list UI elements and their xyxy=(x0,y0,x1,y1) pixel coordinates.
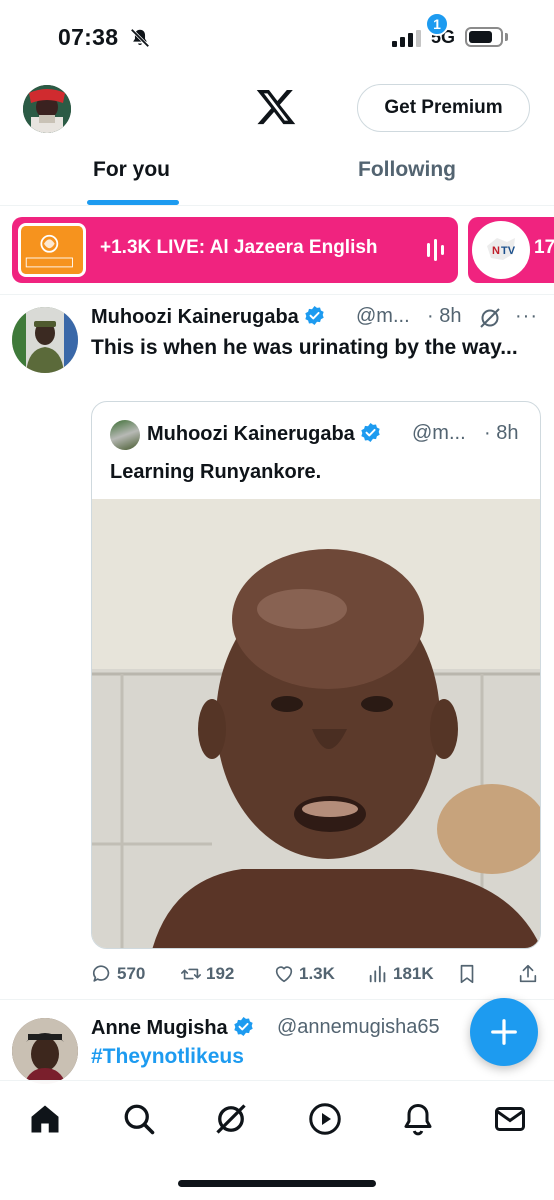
nav-home[interactable] xyxy=(27,1101,63,1137)
status-bar: 07:38 5G xyxy=(0,0,554,76)
verified-badge-icon xyxy=(234,1016,253,1037)
plus-icon xyxy=(491,1019,517,1045)
nav-video[interactable] xyxy=(307,1101,343,1137)
profile-avatar[interactable] xyxy=(23,85,71,133)
bell-off-icon xyxy=(130,28,150,48)
share-button[interactable] xyxy=(517,961,543,987)
battery-tip xyxy=(505,33,508,41)
more-options-icon[interactable]: ··· xyxy=(515,305,538,328)
views-chart-icon xyxy=(369,965,386,983)
author-name-text: Anne Mugisha xyxy=(91,1017,228,1039)
svg-text:N: N xyxy=(492,245,500,257)
live-space-count: 17 xyxy=(534,237,554,258)
play-circle-icon xyxy=(309,1103,341,1135)
space-thumbnail xyxy=(18,223,86,277)
tweet-author-handle[interactable]: @annemugisha65 xyxy=(277,1016,440,1039)
mail-icon xyxy=(495,1107,525,1131)
tweet-author-avatar[interactable] xyxy=(12,307,78,373)
quoted-tweet-text: Learning Runyankore. xyxy=(110,461,322,483)
hashtag-link[interactable]: #Theynotlikeus xyxy=(91,1045,244,1069)
compose-tweet-button[interactable] xyxy=(470,998,538,1066)
tweet-author-handle[interactable]: @m... xyxy=(356,305,410,328)
verified-badge-icon xyxy=(361,422,380,443)
reply-icon xyxy=(92,965,110,982)
tweet-author-avatar[interactable] xyxy=(12,1018,78,1084)
view-count: 181K xyxy=(393,964,434,983)
nav-messages[interactable] xyxy=(492,1101,528,1137)
live-space-title: +1.3K LIVE: Al Jazeera English xyxy=(100,237,378,258)
audio-bars-icon xyxy=(427,239,444,261)
notification-badge: 1 xyxy=(425,12,449,36)
bookmark-icon xyxy=(460,964,474,984)
divider xyxy=(0,999,554,1000)
tweet-text: This is when he was urinating by the way… xyxy=(91,336,518,359)
grok-icon[interactable] xyxy=(478,306,502,330)
tab-following[interactable]: Following xyxy=(358,158,456,204)
battery-level xyxy=(469,31,492,43)
verified-badge-icon xyxy=(305,305,324,326)
home-icon xyxy=(31,1105,59,1133)
quoted-tweet[interactable]: Muhoozi Kainerugaba @m... · 8h Learning … xyxy=(91,401,541,949)
views-button[interactable]: 181K xyxy=(367,961,434,987)
retweet-icon xyxy=(181,968,201,980)
home-indicator[interactable] xyxy=(178,1180,376,1187)
reply-button[interactable]: 570 xyxy=(91,961,145,987)
live-space-card-2[interactable]: N TV 17 xyxy=(468,217,554,283)
cellular-signal-icon xyxy=(392,30,421,47)
x-logo-icon[interactable] xyxy=(254,86,298,128)
divider xyxy=(0,205,554,206)
get-premium-button[interactable]: Get Premium xyxy=(357,84,530,132)
tweet-author-name[interactable]: Anne Mugisha xyxy=(91,1016,254,1040)
retweet-button[interactable]: 192 xyxy=(180,961,234,987)
quoted-tweet-photo[interactable] xyxy=(92,499,540,948)
nav-notifications[interactable] xyxy=(400,1101,436,1137)
space-thumbnail-2: N TV xyxy=(472,221,530,279)
author-name-text: Muhoozi Kainerugaba xyxy=(91,306,299,328)
heart-icon xyxy=(275,966,293,983)
like-count: 1.3K xyxy=(299,964,335,983)
status-time: 07:38 xyxy=(58,24,119,50)
battery-icon xyxy=(465,27,503,47)
quoted-author-name: Muhoozi Kainerugaba xyxy=(147,422,381,446)
divider xyxy=(0,294,554,295)
reply-count: 570 xyxy=(117,964,146,983)
quoted-author-handle: @m... xyxy=(412,422,466,444)
tweet-timestamp[interactable]: · 8h xyxy=(427,305,461,328)
nav-grok[interactable] xyxy=(213,1101,249,1137)
quoted-author-name-text: Muhoozi Kainerugaba xyxy=(147,423,355,445)
bookmark-button[interactable] xyxy=(456,961,482,987)
quoted-author-avatar xyxy=(110,420,140,450)
live-space-card[interactable]: +1.3K LIVE: Al Jazeera English xyxy=(12,217,458,283)
quoted-timestamp: · 8h xyxy=(484,422,519,444)
grok-icon xyxy=(216,1104,246,1134)
search-icon xyxy=(124,1104,155,1135)
tweet-author-name[interactable]: Muhoozi Kainerugaba xyxy=(91,305,325,329)
nav-search[interactable] xyxy=(121,1101,157,1137)
svg-text:TV: TV xyxy=(501,245,516,257)
like-button[interactable]: 1.3K xyxy=(273,961,335,987)
share-icon xyxy=(519,964,537,983)
bell-icon xyxy=(404,1104,432,1136)
tab-for-you[interactable]: For you xyxy=(93,158,170,204)
retweet-count: 192 xyxy=(206,964,235,983)
